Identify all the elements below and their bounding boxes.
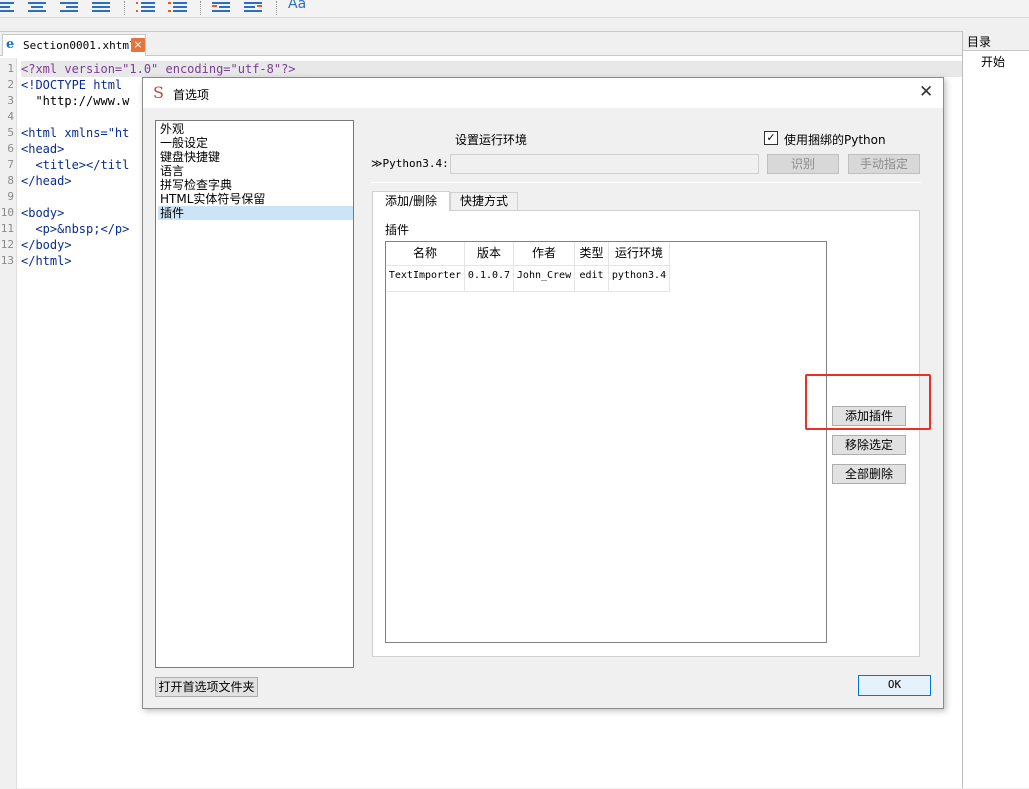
code-line[interactable]: <!DOCTYPE html bbox=[21, 77, 122, 93]
line-number: 3 bbox=[7, 94, 14, 107]
column-header-name[interactable]: 名称 bbox=[386, 242, 465, 266]
close-tab-icon[interactable]: × bbox=[131, 38, 145, 52]
remove-all-button[interactable]: 全部删除 bbox=[832, 464, 906, 484]
dialog-title: 首选项 bbox=[173, 88, 210, 102]
plugins-label: 插件 bbox=[385, 223, 410, 237]
toolbar-separator bbox=[276, 1, 277, 15]
ie-globe-icon: e bbox=[6, 37, 15, 52]
tab-add-remove[interactable]: 添加/删除 bbox=[372, 191, 450, 211]
manual-set-button[interactable]: 手动指定 bbox=[848, 154, 920, 174]
toc-item[interactable]: 开始 bbox=[981, 53, 1005, 70]
file-tab[interactable]: e Section0001.xhtml × bbox=[2, 34, 146, 56]
category-item-html-entities[interactable]: HTML实体符号保留 bbox=[158, 192, 353, 206]
sigil-logo-icon: S bbox=[153, 83, 164, 102]
align-justify-icon[interactable] bbox=[92, 0, 112, 14]
column-header-type[interactable]: 类型 bbox=[575, 242, 609, 266]
code-line[interactable]: <html xmlns="ht bbox=[21, 125, 129, 141]
code-line[interactable]: <title></titl bbox=[21, 157, 129, 173]
line-number: 4 bbox=[7, 110, 14, 123]
divider bbox=[371, 182, 921, 183]
align-right-icon[interactable] bbox=[60, 0, 80, 14]
bundled-python-checkbox[interactable]: ✓ bbox=[764, 131, 778, 145]
category-item-general[interactable]: 一般设定 bbox=[158, 136, 353, 150]
code-line[interactable]: <head> bbox=[21, 141, 64, 157]
python-path-input[interactable] bbox=[450, 154, 759, 174]
dialog-titlebar[interactable]: S 首选项 ✕ bbox=[143, 78, 943, 108]
tab-shortcuts[interactable]: 快捷方式 bbox=[450, 192, 518, 211]
bundled-python-label[interactable]: 使用捆绑的Python bbox=[784, 131, 886, 148]
plugin-table: 名称 版本 作者 类型 运行环境 TextImporter 0.1.0.7 Jo… bbox=[385, 241, 827, 643]
line-number-gutter: 1 2 3 4 5 6 7 8 9 10 11 12 13 bbox=[0, 58, 17, 789]
line-number: 1 bbox=[7, 62, 14, 75]
table-cell[interactable]: John_Crew bbox=[514, 266, 575, 292]
toc-panel: 目录 开始 bbox=[962, 31, 1029, 788]
decrease-indent-icon[interactable] bbox=[212, 0, 232, 14]
align-center-icon[interactable] bbox=[28, 0, 48, 14]
table-cell[interactable]: python3.4 bbox=[609, 266, 670, 292]
file-tab-name: Section0001.xhtml bbox=[23, 39, 136, 52]
toc-header: 目录 bbox=[963, 31, 1029, 51]
category-item-appearance[interactable]: 外观 bbox=[158, 122, 353, 136]
category-item-keyboard-shortcuts[interactable]: 键盘快捷键 bbox=[158, 150, 353, 164]
open-preferences-folder-button[interactable]: 打开首选项文件夹 bbox=[155, 677, 258, 697]
table-cell[interactable]: edit bbox=[575, 266, 609, 292]
increase-indent-icon[interactable] bbox=[244, 0, 264, 14]
code-line[interactable]: </html> bbox=[21, 253, 72, 269]
code-line[interactable]: <body> bbox=[21, 205, 64, 221]
bulleted-list-icon[interactable] bbox=[136, 0, 156, 14]
numbered-list-icon[interactable] bbox=[168, 0, 188, 14]
column-header-author[interactable]: 作者 bbox=[514, 242, 575, 266]
env-title: 设置运行环境 bbox=[455, 133, 528, 147]
font-case-button[interactable]: Aa bbox=[288, 0, 306, 12]
category-list: 外观 一般设定 键盘快捷键 语言 拼写检查字典 HTML实体符号保留 插件 bbox=[155, 120, 354, 668]
category-item-language[interactable]: 语言 bbox=[158, 164, 353, 178]
line-number: 12 bbox=[0, 238, 14, 251]
category-item-spellcheck[interactable]: 拼写检查字典 bbox=[158, 178, 353, 192]
code-line[interactable]: </body> bbox=[21, 237, 72, 253]
close-icon[interactable]: ✕ bbox=[919, 82, 933, 102]
line-number: 11 bbox=[0, 222, 14, 235]
line-number: 10 bbox=[0, 206, 14, 219]
line-number: 8 bbox=[7, 174, 14, 187]
toolbar: Aa bbox=[0, 0, 1029, 18]
detect-button[interactable]: 识别 bbox=[767, 154, 839, 174]
editor-tab-strip: e Section0001.xhtml × bbox=[0, 32, 962, 56]
line-number: 13 bbox=[0, 254, 14, 267]
table-cell[interactable]: TextImporter bbox=[386, 266, 465, 292]
preferences-dialog: S 首选项 ✕ 外观 一般设定 键盘快捷键 语言 拼写检查字典 HTML实体符号… bbox=[142, 77, 944, 709]
column-header-runtime[interactable]: 运行环境 bbox=[609, 242, 670, 266]
toolbar-separator bbox=[124, 1, 125, 15]
line-number: 9 bbox=[7, 190, 14, 203]
table-cell[interactable]: 0.1.0.7 bbox=[465, 266, 514, 292]
code-line[interactable]: </head> bbox=[21, 173, 72, 189]
code-line[interactable]: "http://www.w bbox=[21, 93, 129, 109]
python-path-label: ≫Python3.4: bbox=[371, 157, 449, 170]
code-line[interactable]: <?xml version="1.0" encoding="utf-8"?> bbox=[21, 61, 962, 77]
line-number: 2 bbox=[7, 78, 14, 91]
remove-selected-button[interactable]: 移除选定 bbox=[832, 435, 906, 455]
line-number: 7 bbox=[7, 158, 14, 171]
category-item-plugins[interactable]: 插件 bbox=[158, 206, 353, 220]
column-header-version[interactable]: 版本 bbox=[465, 242, 514, 266]
line-number: 6 bbox=[7, 142, 14, 155]
line-number: 5 bbox=[7, 126, 14, 139]
code-line[interactable]: <p>&nbsp;</p> bbox=[21, 221, 129, 237]
align-left-icon[interactable] bbox=[0, 0, 20, 14]
tab-panel-add-remove: 插件 名称 版本 作者 类型 运行环境 TextImporter 0.1.0.7… bbox=[372, 210, 920, 657]
ok-button[interactable]: OK bbox=[858, 675, 931, 696]
toolbar-separator bbox=[200, 1, 201, 15]
highlight-annotation-box bbox=[805, 374, 931, 430]
